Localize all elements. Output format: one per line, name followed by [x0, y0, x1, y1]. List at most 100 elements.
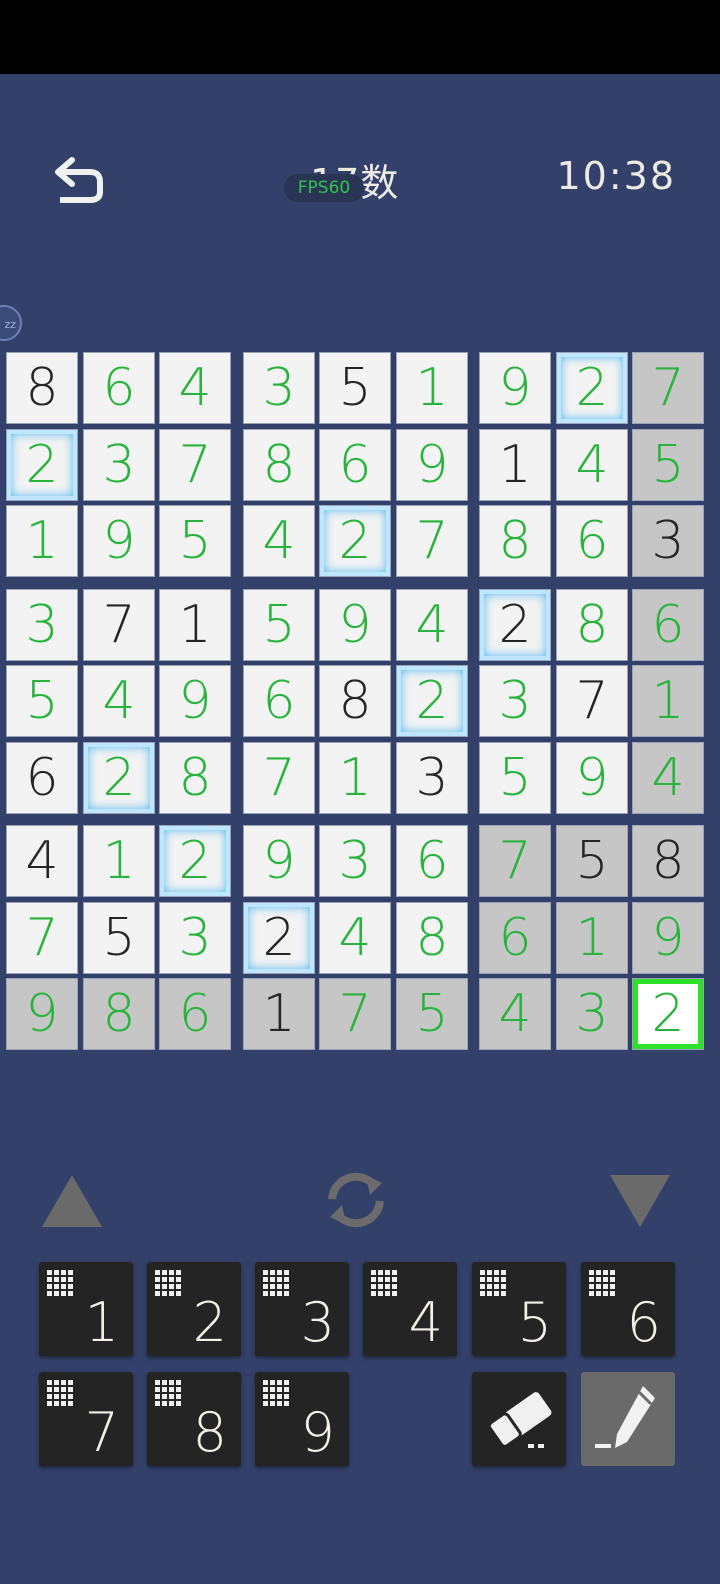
- sudoku-cell[interactable]: 2: [632, 978, 704, 1050]
- sudoku-cell[interactable]: 7: [319, 978, 391, 1050]
- sudoku-cell[interactable]: 2: [83, 742, 155, 814]
- sudoku-cell[interactable]: 7: [632, 352, 704, 424]
- game-timer: 10:38: [556, 154, 676, 198]
- sudoku-board: 8643519272378691451954278633715942865496…: [0, 348, 720, 1068]
- sudoku-cell[interactable]: 9: [632, 902, 704, 974]
- digit-key[interactable]: 7: [39, 1372, 133, 1466]
- sudoku-cell[interactable]: 6: [632, 589, 704, 661]
- sudoku-cell[interactable]: 3: [479, 665, 551, 737]
- sudoku-cell[interactable]: 1: [83, 825, 155, 897]
- digit-key[interactable]: 8: [147, 1372, 241, 1466]
- scroll-up-button[interactable]: [40, 1171, 104, 1233]
- sudoku-cell[interactable]: 4: [479, 978, 551, 1050]
- sudoku-cell[interactable]: 5: [83, 902, 155, 974]
- sudoku-cell[interactable]: 4: [632, 742, 704, 814]
- sudoku-cell[interactable]: 6: [396, 825, 468, 897]
- sudoku-cell[interactable]: 9: [6, 978, 78, 1050]
- sudoku-cell[interactable]: 5: [6, 665, 78, 737]
- sudoku-cell[interactable]: 1: [556, 902, 628, 974]
- sudoku-cell[interactable]: 9: [396, 429, 468, 501]
- sudoku-cell[interactable]: 5: [319, 352, 391, 424]
- back-button[interactable]: [50, 154, 110, 210]
- sudoku-cell[interactable]: 9: [319, 589, 391, 661]
- sudoku-cell[interactable]: 4: [319, 902, 391, 974]
- sudoku-cell[interactable]: 3: [243, 352, 315, 424]
- sudoku-cell[interactable]: 8: [556, 589, 628, 661]
- digit-key[interactable]: 3: [255, 1262, 349, 1356]
- sudoku-cell[interactable]: 2: [319, 505, 391, 577]
- sudoku-cell[interactable]: 4: [243, 505, 315, 577]
- sudoku-cell[interactable]: 8: [479, 505, 551, 577]
- pencil-mode-button[interactable]: [581, 1372, 675, 1466]
- sudoku-cell[interactable]: 3: [632, 505, 704, 577]
- scroll-down-button[interactable]: [608, 1173, 672, 1233]
- sudoku-cell[interactable]: 4: [396, 589, 468, 661]
- sudoku-cell[interactable]: 3: [83, 429, 155, 501]
- sudoku-cell[interactable]: 2: [556, 352, 628, 424]
- digit-key[interactable]: 5: [472, 1262, 566, 1356]
- sudoku-cell[interactable]: 3: [6, 589, 78, 661]
- sudoku-cell[interactable]: 4: [6, 825, 78, 897]
- sudoku-cell[interactable]: 7: [83, 589, 155, 661]
- digit-key[interactable]: 9: [255, 1372, 349, 1466]
- sudoku-cell[interactable]: 6: [479, 902, 551, 974]
- sudoku-cell[interactable]: 8: [6, 352, 78, 424]
- eraser-button[interactable]: [472, 1372, 566, 1466]
- sudoku-cell[interactable]: 3: [159, 902, 231, 974]
- sudoku-cell[interactable]: 2: [6, 429, 78, 501]
- sudoku-cell[interactable]: 9: [479, 352, 551, 424]
- sudoku-cell[interactable]: 5: [556, 825, 628, 897]
- sudoku-cell[interactable]: 8: [243, 429, 315, 501]
- sudoku-cell[interactable]: 7: [243, 742, 315, 814]
- sudoku-cell[interactable]: 4: [83, 665, 155, 737]
- sudoku-cell[interactable]: 5: [479, 742, 551, 814]
- status-bar: [0, 0, 720, 74]
- sudoku-cell[interactable]: 6: [159, 978, 231, 1050]
- sudoku-cell[interactable]: 5: [243, 589, 315, 661]
- sudoku-cell[interactable]: 6: [243, 665, 315, 737]
- refresh-button[interactable]: [320, 1165, 392, 1239]
- sudoku-cell[interactable]: 2: [159, 825, 231, 897]
- sudoku-cell[interactable]: 8: [319, 665, 391, 737]
- sudoku-cell[interactable]: 1: [319, 742, 391, 814]
- sudoku-cell[interactable]: 8: [159, 742, 231, 814]
- sudoku-cell[interactable]: 4: [556, 429, 628, 501]
- sudoku-cell[interactable]: 3: [396, 742, 468, 814]
- sudoku-cell[interactable]: 7: [396, 505, 468, 577]
- sudoku-cell[interactable]: 1: [159, 589, 231, 661]
- sudoku-cell[interactable]: 3: [556, 978, 628, 1050]
- sudoku-cell[interactable]: 3: [319, 825, 391, 897]
- sudoku-cell[interactable]: 6: [319, 429, 391, 501]
- sudoku-cell[interactable]: 6: [556, 505, 628, 577]
- sudoku-cell[interactable]: 9: [243, 825, 315, 897]
- sudoku-cell[interactable]: 2: [243, 902, 315, 974]
- sudoku-cell[interactable]: 1: [6, 505, 78, 577]
- digit-key[interactable]: 1: [39, 1262, 133, 1356]
- digit-key[interactable]: 4: [363, 1262, 457, 1356]
- sudoku-cell[interactable]: 6: [83, 352, 155, 424]
- sudoku-cell[interactable]: 1: [479, 429, 551, 501]
- digit-key[interactable]: 6: [581, 1262, 675, 1356]
- sudoku-cell[interactable]: 9: [159, 665, 231, 737]
- sudoku-cell[interactable]: 1: [396, 352, 468, 424]
- sudoku-cell[interactable]: 8: [632, 825, 704, 897]
- sudoku-cell[interactable]: 9: [83, 505, 155, 577]
- sudoku-cell[interactable]: 8: [396, 902, 468, 974]
- sudoku-cell[interactable]: 8: [83, 978, 155, 1050]
- floating-assist-bubble[interactable]: zz: [0, 305, 22, 341]
- sudoku-cell[interactable]: 5: [632, 429, 704, 501]
- sudoku-cell[interactable]: 5: [159, 505, 231, 577]
- sudoku-cell[interactable]: 7: [159, 429, 231, 501]
- sudoku-cell[interactable]: 7: [6, 902, 78, 974]
- sudoku-cell[interactable]: 1: [243, 978, 315, 1050]
- sudoku-cell[interactable]: 4: [159, 352, 231, 424]
- digit-key[interactable]: 2: [147, 1262, 241, 1356]
- sudoku-cell[interactable]: 9: [556, 742, 628, 814]
- sudoku-cell[interactable]: 7: [556, 665, 628, 737]
- sudoku-cell[interactable]: 6: [6, 742, 78, 814]
- sudoku-cell[interactable]: 2: [479, 589, 551, 661]
- sudoku-cell[interactable]: 2: [396, 665, 468, 737]
- sudoku-cell[interactable]: 5: [396, 978, 468, 1050]
- sudoku-cell[interactable]: 7: [479, 825, 551, 897]
- sudoku-cell[interactable]: 1: [632, 665, 704, 737]
